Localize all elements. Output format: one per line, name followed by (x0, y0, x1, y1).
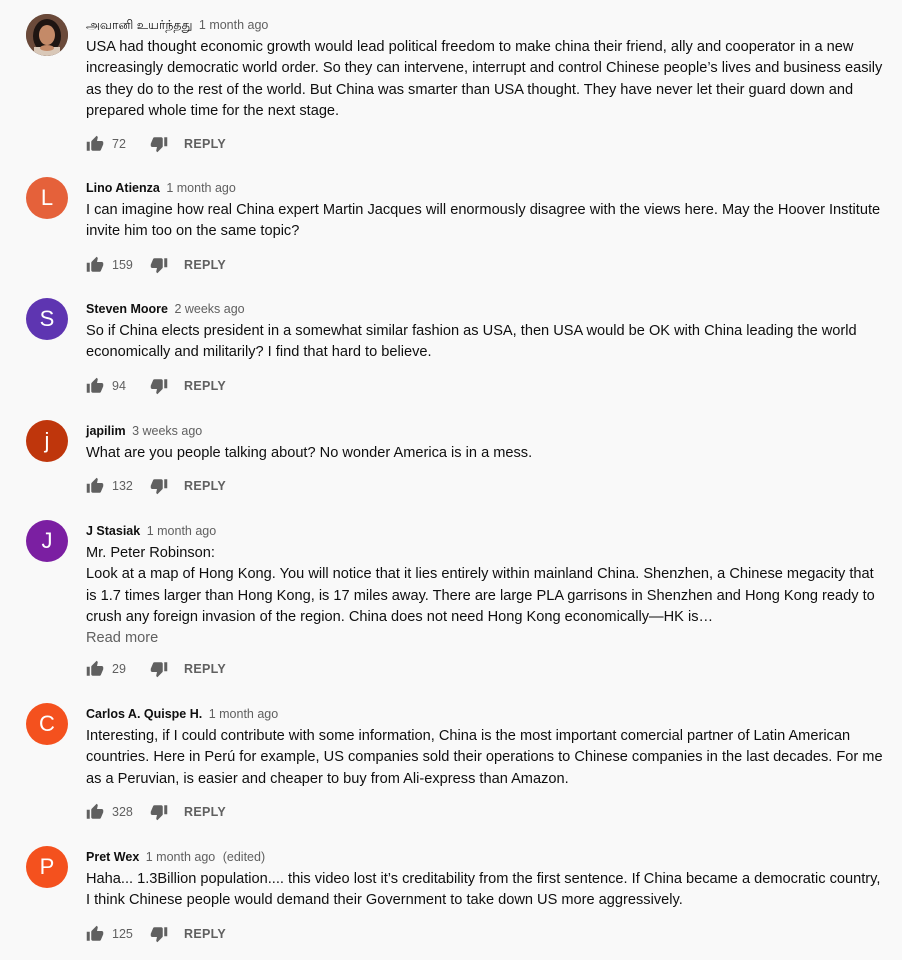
thumb-down-icon[interactable] (150, 256, 168, 274)
thumb-up-icon[interactable] (86, 803, 104, 821)
thumb-down-icon[interactable] (150, 377, 168, 395)
like-count: 159 (112, 258, 133, 272)
avatar[interactable]: C (26, 703, 68, 745)
reply-button[interactable]: REPLY (184, 805, 226, 819)
comment-text: So if China elects president in a somewh… (86, 323, 857, 361)
comment-toolbar: 125 REPLY (86, 924, 226, 944)
like-count: 132 (112, 479, 133, 493)
avatar-initial: L (40, 185, 54, 210)
comment-header: Pret Wex 1 month ago (edited) (86, 848, 265, 866)
like-count: 94 (112, 379, 126, 393)
comment-header: Steven Moore 2 weeks ago (86, 300, 245, 318)
comment-toolbar: 29 REPLY (86, 659, 226, 679)
avatar[interactable]: S (26, 298, 68, 340)
comment-time[interactable]: 2 weeks ago (174, 302, 244, 316)
thumb-down-icon[interactable] (150, 925, 168, 943)
reply-button[interactable]: REPLY (184, 662, 226, 676)
comment-text: Interesting, if I could contribute with … (86, 728, 883, 787)
comment-toolbar: 132 REPLY (86, 476, 226, 496)
comment-toolbar: 72 REPLY (86, 134, 226, 154)
thumb-up-icon[interactable] (86, 135, 104, 153)
comment-toolbar: 94 REPLY (86, 376, 226, 396)
comment-time[interactable]: 1 month ago (209, 707, 279, 721)
comment-text: I can imagine how real China expert Mart… (86, 202, 881, 240)
thumb-down-icon[interactable] (150, 135, 168, 153)
comment-time[interactable]: 1 month ago (166, 181, 236, 195)
avatar-photo (26, 14, 68, 56)
comment-time[interactable]: 1 month ago (146, 850, 216, 864)
like-count: 72 (112, 137, 126, 151)
comment-header: J Stasiak 1 month ago (86, 522, 216, 540)
avatar-initial: S (39, 306, 55, 331)
comment-header: japilim 3 weeks ago (86, 422, 202, 440)
like-count: 29 (112, 662, 126, 676)
author-name[interactable]: அவானி உயர்ந்தது (86, 18, 192, 32)
thumb-up-icon[interactable] (86, 256, 104, 274)
thumb-up-icon[interactable] (86, 660, 104, 678)
avatar[interactable]: J (26, 520, 68, 562)
comment-toolbar: 328 REPLY (86, 802, 226, 822)
thumb-up-icon[interactable] (86, 477, 104, 495)
avatar-initial: C (39, 711, 55, 736)
comment-header: Carlos A. Quispe H. 1 month ago (86, 705, 278, 723)
comment-text: Haha... 1.3Billion population.... this v… (86, 871, 881, 909)
reply-button[interactable]: REPLY (184, 258, 226, 272)
thumb-up-icon[interactable] (86, 925, 104, 943)
reply-button[interactable]: REPLY (184, 479, 226, 493)
reply-button[interactable]: REPLY (184, 379, 226, 393)
thumb-down-icon[interactable] (150, 660, 168, 678)
thumb-up-icon[interactable] (86, 377, 104, 395)
avatar-initial: j (44, 428, 50, 453)
edited-label: (edited) (222, 850, 266, 864)
avatar[interactable]: L (26, 177, 68, 219)
comment-time[interactable]: 3 weeks ago (132, 424, 202, 438)
avatar[interactable] (26, 14, 68, 56)
comment-toolbar: 159 REPLY (86, 255, 226, 275)
like-count: 125 (112, 927, 133, 941)
avatar-initial: J (41, 528, 53, 553)
thumb-down-icon[interactable] (150, 477, 168, 495)
comment-text: Mr. Peter Robinson: Look at a map of Hon… (86, 545, 875, 625)
thumb-down-icon[interactable] (150, 803, 168, 821)
comment-time[interactable]: 1 month ago (199, 18, 269, 32)
like-count: 328 (112, 805, 133, 819)
comment-text: USA had thought economic growth would le… (86, 39, 883, 119)
author-name[interactable]: Steven Moore (86, 302, 168, 316)
avatar-initial: P (39, 854, 55, 879)
author-name[interactable]: Carlos A. Quispe H. (86, 707, 202, 721)
author-name[interactable]: J Stasiak (86, 524, 140, 538)
comment-time[interactable]: 1 month ago (147, 524, 217, 538)
author-name[interactable]: japilim (86, 424, 126, 438)
comment-header: அவானி உயர்ந்தது 1 month ago (86, 16, 268, 34)
reply-button[interactable]: REPLY (184, 137, 226, 151)
comment-text: What are you people talking about? No wo… (86, 445, 533, 461)
read-more-link[interactable]: Read more (86, 630, 158, 646)
reply-button[interactable]: REPLY (184, 927, 226, 941)
author-name[interactable]: Pret Wex (86, 850, 139, 864)
comment-header: Lino Atienza 1 month ago (86, 179, 236, 197)
avatar[interactable]: P (26, 846, 68, 888)
author-name[interactable]: Lino Atienza (86, 181, 160, 195)
avatar[interactable]: j (26, 420, 68, 462)
